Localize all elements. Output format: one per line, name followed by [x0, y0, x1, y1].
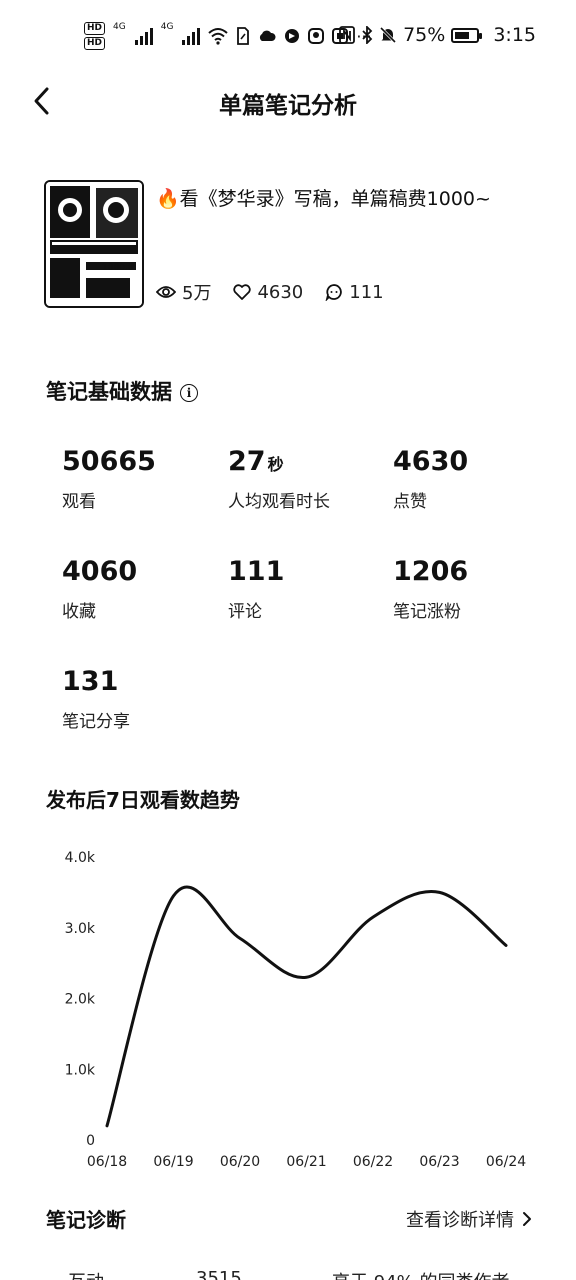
page-title: 单篇笔记分析 [219, 93, 357, 119]
y-tick-label: 2.0k [65, 992, 96, 1008]
metric-views: 50665 观看 [62, 446, 222, 512]
metric-label: 评论 [228, 602, 262, 622]
diagnosis-row-partial: 互动 3515 高于 94% 的同类作者 [0, 1264, 576, 1280]
y-tick-label: 1.0k [65, 1062, 96, 1078]
clock: 3:15 [493, 24, 536, 46]
metric-value: 1206 [393, 556, 469, 587]
partial-value: 3515 [196, 1268, 242, 1280]
likes-stat: 4630 [233, 282, 303, 303]
likes-count: 4630 [257, 281, 304, 303]
comment-icon [325, 284, 343, 301]
comments-count: 111 [349, 281, 384, 303]
note-card[interactable]: 1000.0 🔥看《梦华录》写稿，单篇稿费1000~ 5万 4630 111 [44, 180, 544, 308]
signal-icon-2 [182, 27, 201, 45]
x-tick-label: 06/21 [286, 1154, 326, 1170]
series-line [105, 885, 508, 1128]
note-stats: 5万 4630 111 [156, 279, 406, 305]
battery-percent: 75% [403, 24, 446, 46]
cloud-icon [260, 30, 276, 41]
hd-badge-1: HD [84, 22, 106, 35]
network-type-1: 4G [113, 22, 126, 32]
diagnosis-link-label: 查看诊断详情 [406, 1210, 514, 1231]
views-stat: 5万 [156, 279, 211, 305]
metric-likes: 4630 点赞 [393, 446, 553, 512]
metric-value: 27 [228, 446, 266, 477]
note-title[interactable]: 🔥看《梦华录》写稿，单篇稿费1000~ [156, 184, 544, 211]
metric-label: 笔记涨粉 [393, 602, 461, 622]
x-tick-label: 06/22 [353, 1154, 393, 1170]
metric-label: 观看 [62, 492, 96, 512]
hd-badges: HD HD [84, 22, 106, 50]
nfc-icon [339, 26, 355, 44]
metric-followers-gained: 1206 笔记涨粉 [393, 556, 553, 622]
chart-title: 发布后7日观看数趋势 [46, 788, 240, 812]
y-tick-label: 3.0k [65, 921, 96, 937]
battery-icon [451, 27, 483, 43]
sim-icon [237, 27, 250, 45]
x-tick-label: 06/23 [419, 1154, 459, 1170]
partial-compare: 高于 94% 的同类作者 [332, 1268, 509, 1280]
y-tick-label: 4.0k [65, 850, 96, 866]
metric-value: 4060 [62, 556, 138, 587]
x-tick-label: 06/19 [153, 1154, 193, 1170]
status-left: HD HD 4G 4G ··· [84, 22, 372, 50]
wifi-icon [208, 28, 229, 45]
basic-data-title-text: 笔记基础数据 [46, 380, 172, 404]
thumbnail-price: 1000.0 [102, 263, 134, 273]
x-tick-label: 06/24 [486, 1154, 526, 1170]
chevron-right-icon [523, 1212, 531, 1226]
metric-label: 点赞 [393, 492, 427, 512]
metric-unit: 秒 [267, 455, 284, 474]
app-icon-a [308, 28, 325, 44]
x-tick-label: 06/18 [87, 1154, 127, 1170]
partial-label: 互动 [68, 1268, 104, 1280]
x-tick-label: 06/20 [220, 1154, 260, 1170]
metric-value: 4630 [393, 446, 469, 477]
mute-icon [380, 26, 397, 44]
metric-label: 人均观看时长 [228, 492, 330, 512]
hd-badge-2: HD [84, 37, 106, 50]
basic-data-title: 笔记基础数据 i [46, 376, 198, 406]
signal-icon-1 [134, 27, 153, 45]
header: 单篇笔记分析 [0, 72, 576, 132]
metric-value: 111 [228, 556, 285, 587]
vpn-icon [285, 29, 300, 43]
view-trend-chart: 0 1.0k 2.0k 3.0k 4.0k 06/18 06/19 06/20 06/21 06/… [65, 850, 527, 1170]
metric-value: 131 [62, 666, 119, 697]
eye-icon [156, 286, 176, 298]
thumbnail-image: 1000.0 [46, 182, 142, 306]
heart-icon [233, 284, 252, 300]
status-right: 75% 3:15 [339, 24, 536, 46]
metric-collects: 4060 收藏 [62, 556, 222, 622]
metric-avg-watch-time: 27 秒 人均观看时长 [228, 446, 388, 512]
note-thumbnail[interactable]: 1000.0 [44, 180, 144, 308]
metric-label: 笔记分享 [62, 712, 130, 732]
metric-label: 收藏 [62, 602, 96, 622]
diagnosis-title: 笔记诊断 [46, 1208, 126, 1232]
info-icon[interactable]: i [180, 384, 198, 402]
y-tick-label: 0 [86, 1133, 95, 1149]
battery-level [455, 31, 470, 39]
status-bar: HD HD 4G 4G ··· 75% 3:15 [0, 0, 576, 72]
metric-value: 50665 [62, 446, 156, 477]
bluetooth-icon [362, 26, 373, 44]
views-count: 5万 [182, 283, 212, 304]
network-type-2: 4G [160, 22, 174, 32]
diagnosis-details-link[interactable]: 查看诊断详情 [406, 1206, 532, 1232]
comments-stat: 111 [325, 281, 384, 303]
metric-shares: 131 笔记分享 [62, 666, 222, 732]
metric-comments: 111 评论 [228, 556, 388, 622]
